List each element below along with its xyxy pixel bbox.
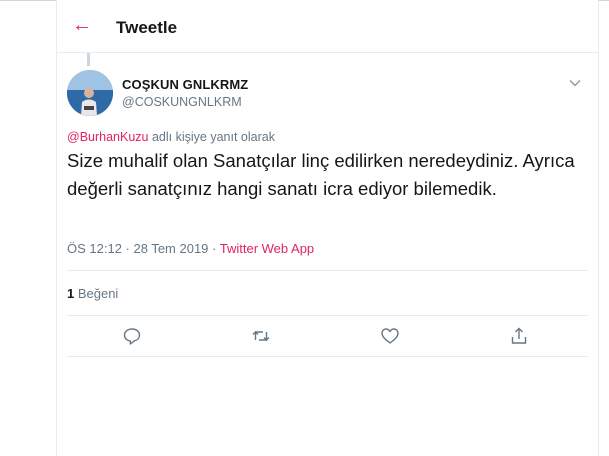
page-title: Tweetle xyxy=(116,18,178,37)
share-icon[interactable] xyxy=(509,326,529,346)
tweet-stats[interactable]: 1 Beğeni xyxy=(67,286,118,301)
divider xyxy=(67,270,588,271)
thread-line xyxy=(87,53,90,66)
action-bar xyxy=(67,316,588,357)
tweet-meta: ÖS 12:12 · 28 Tem 2019 · Twitter Web App xyxy=(67,241,314,256)
reply-mention-link[interactable]: @BurhanKuzu xyxy=(67,130,149,144)
reply-context-label: adlı kişiye yanıt olarak xyxy=(148,130,275,144)
likes-label: Beğeni xyxy=(74,286,119,301)
reply-icon[interactable] xyxy=(122,326,142,346)
tweet-source-link[interactable]: Twitter Web App xyxy=(220,241,314,256)
author-handle[interactable]: @COSKUNGNLKRM xyxy=(122,95,242,109)
avatar[interactable] xyxy=(67,70,113,116)
chevron-down-icon[interactable] xyxy=(568,76,582,90)
reply-context: @BurhanKuzu adlı kişiye yanıt olarak xyxy=(67,130,275,144)
tweet-column: ← Tweetle COŞKUN GNLKRMZ @COSKUNGNLKRM @… xyxy=(56,0,599,456)
tweet-text: Size muhalif olan Sanatçılar linç edilir… xyxy=(67,150,575,199)
tweet-timestamp[interactable]: ÖS 12:12 · 28 Tem 2019 · xyxy=(67,241,220,256)
author-name[interactable]: COŞKUN GNLKRMZ xyxy=(122,77,248,92)
heart-icon[interactable] xyxy=(380,326,400,346)
page-header: ← Tweetle xyxy=(57,0,598,53)
retweet-icon[interactable] xyxy=(251,326,271,346)
arrow-left-icon[interactable]: ← xyxy=(71,14,93,36)
